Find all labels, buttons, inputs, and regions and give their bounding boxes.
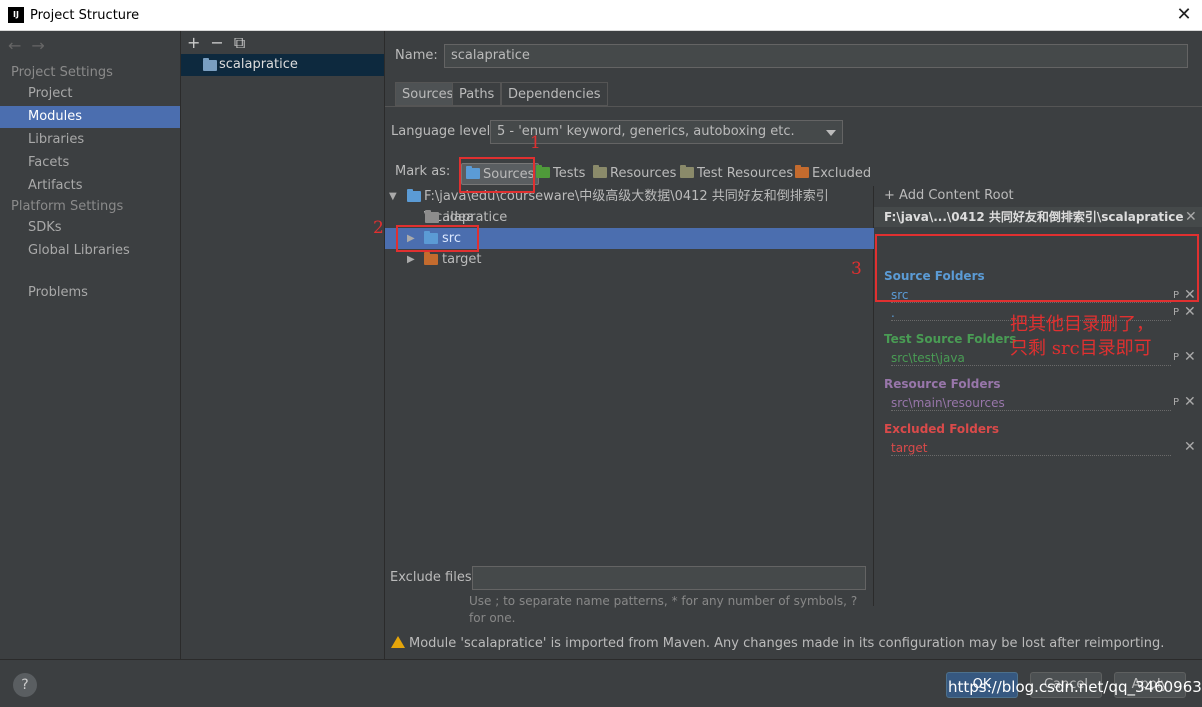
help-button[interactable]: ?	[13, 673, 37, 697]
resource-folder-entry: src\main\resources	[891, 395, 1171, 411]
csdn-watermark: https://blog.csdn.net/qq_34609633	[948, 678, 1202, 696]
content-root-path: F:\java\...\0412 共同好友和倒排索引\scalapratice	[874, 207, 1202, 227]
properties-icon[interactable]: P	[1173, 397, 1179, 409]
sidebar-item-modules[interactable]: Modules	[0, 106, 180, 128]
warning-text: Module 'scalapratice' is imported from M…	[409, 636, 1165, 651]
tests-folder-icon	[536, 165, 550, 178]
idea-folder-icon	[425, 210, 439, 223]
excluded-folders-header: Excluded Folders	[884, 422, 1000, 436]
resources-folder-icon	[593, 165, 607, 178]
warning-icon	[391, 636, 405, 648]
maven-warning: Module 'scalapratice' is imported from M…	[391, 636, 1164, 651]
annotation-number-1: 1	[530, 133, 541, 153]
excluded-folder-icon	[795, 165, 809, 178]
settings-sidebar: ← → Project Settings Project Modules Libr…	[0, 31, 181, 659]
remove-folder-icon[interactable]: ✕	[1184, 439, 1196, 455]
remove-folder-icon[interactable]: ✕	[1184, 394, 1196, 410]
collapsed-arrow-icon: ▶	[407, 254, 415, 265]
exclude-files-input[interactable]	[472, 566, 866, 590]
sidebar-item-global-libraries[interactable]: Global Libraries	[0, 240, 180, 262]
mark-as-label: Mark as:	[395, 164, 451, 179]
tab-sources[interactable]: Sources	[395, 82, 461, 106]
annotation-box-sources	[459, 157, 535, 193]
sidebar-item-libraries[interactable]: Libraries	[0, 129, 180, 151]
copy-icon[interactable]: ⧉	[234, 33, 245, 52]
module-item[interactable]: scalapratice	[181, 54, 384, 76]
window-close-button[interactable]: ✕	[1172, 3, 1196, 27]
add-icon[interactable]: +	[187, 33, 200, 52]
resource-folders-header: Resource Folders	[884, 377, 1001, 391]
language-level-value: 5 - 'enum' keyword, generics, autoboxing…	[497, 124, 795, 139]
title-bar: IJ Project Structure ✕	[0, 0, 1202, 31]
remove-icon[interactable]: −	[210, 33, 223, 52]
sidebar-item-facets[interactable]: Facets	[0, 152, 180, 174]
history-nav: ← →	[8, 36, 55, 55]
mark-excluded-button[interactable]: Excluded	[795, 163, 871, 185]
mark-resources-button[interactable]: Resources	[593, 163, 676, 185]
target-folder-icon	[424, 252, 438, 265]
module-toolbar: + − ⧉	[187, 33, 255, 53]
mark-test-resources-label: Test Resources	[697, 166, 794, 181]
remove-root-icon[interactable]: ✕	[1185, 209, 1197, 225]
annotation-number-2: 2	[373, 218, 384, 238]
name-label: Name:	[395, 48, 438, 63]
window-title: Project Structure	[30, 8, 140, 23]
add-content-root-label: Add Content Root	[899, 188, 1014, 203]
mark-tests-button[interactable]: Tests	[536, 163, 585, 185]
project-settings-header: Project Settings	[11, 65, 113, 80]
tab-paths[interactable]: Paths	[452, 82, 502, 106]
chevron-down-icon	[826, 130, 836, 136]
mark-resources-label: Resources	[610, 166, 677, 181]
properties-icon[interactable]: P	[1173, 352, 1179, 364]
properties-icon[interactable]: P	[1173, 307, 1179, 319]
tab-dependencies[interactable]: Dependencies	[501, 82, 608, 106]
excluded-folder-entry: target	[891, 440, 1171, 456]
module-list-panel: + − ⧉ scalapratice	[181, 31, 385, 659]
mark-test-resources-button[interactable]: Test Resources	[680, 163, 793, 185]
module-folder-icon	[203, 58, 217, 71]
sidebar-item-project[interactable]: Project	[0, 83, 180, 105]
root-folder-icon	[407, 189, 421, 202]
remove-folder-icon[interactable]: ✕	[1184, 304, 1196, 320]
module-item-label: scalapratice	[219, 57, 298, 72]
sidebar-item-artifacts[interactable]: Artifacts	[0, 175, 180, 197]
sidebar-item-sdks[interactable]: SDKs	[0, 217, 180, 239]
exclude-files-label: Exclude files:	[390, 570, 477, 585]
sidebar-item-problems[interactable]: Problems	[0, 282, 180, 304]
language-level-select[interactable]: 5 - 'enum' keyword, generics, autoboxing…	[490, 120, 843, 144]
tree-row-label: target	[442, 252, 482, 267]
module-name-field[interactable]: scalapratice	[444, 44, 1188, 68]
remove-folder-icon[interactable]: ✕	[1184, 349, 1196, 365]
test-resources-folder-icon	[680, 165, 694, 178]
language-level-label: Language level:	[391, 124, 495, 139]
test-source-folders-header: Test Source Folders	[884, 332, 1017, 346]
platform-settings-header: Platform Settings	[11, 199, 124, 214]
mark-excluded-label: Excluded	[812, 166, 872, 181]
back-arrow-icon[interactable]: ←	[8, 36, 21, 55]
mark-tests-label: Tests	[553, 166, 586, 181]
annotation-note-line2: 只剩 src目录即可	[1010, 338, 1152, 359]
intellij-app-icon: IJ	[8, 7, 24, 23]
annotation-box-source-folders	[875, 234, 1199, 302]
exclude-files-hint: Use ; to separate name patterns, * for a…	[469, 594, 858, 625]
annotation-box-src	[396, 225, 479, 252]
annotation-number-3: 3	[851, 259, 862, 279]
forward-arrow-icon[interactable]: →	[31, 36, 44, 55]
tree-row-target[interactable]: ▶ target	[385, 249, 874, 270]
expanded-arrow-icon: ▼	[389, 191, 397, 202]
add-content-root-button[interactable]: + Add Content Root	[874, 186, 1202, 206]
